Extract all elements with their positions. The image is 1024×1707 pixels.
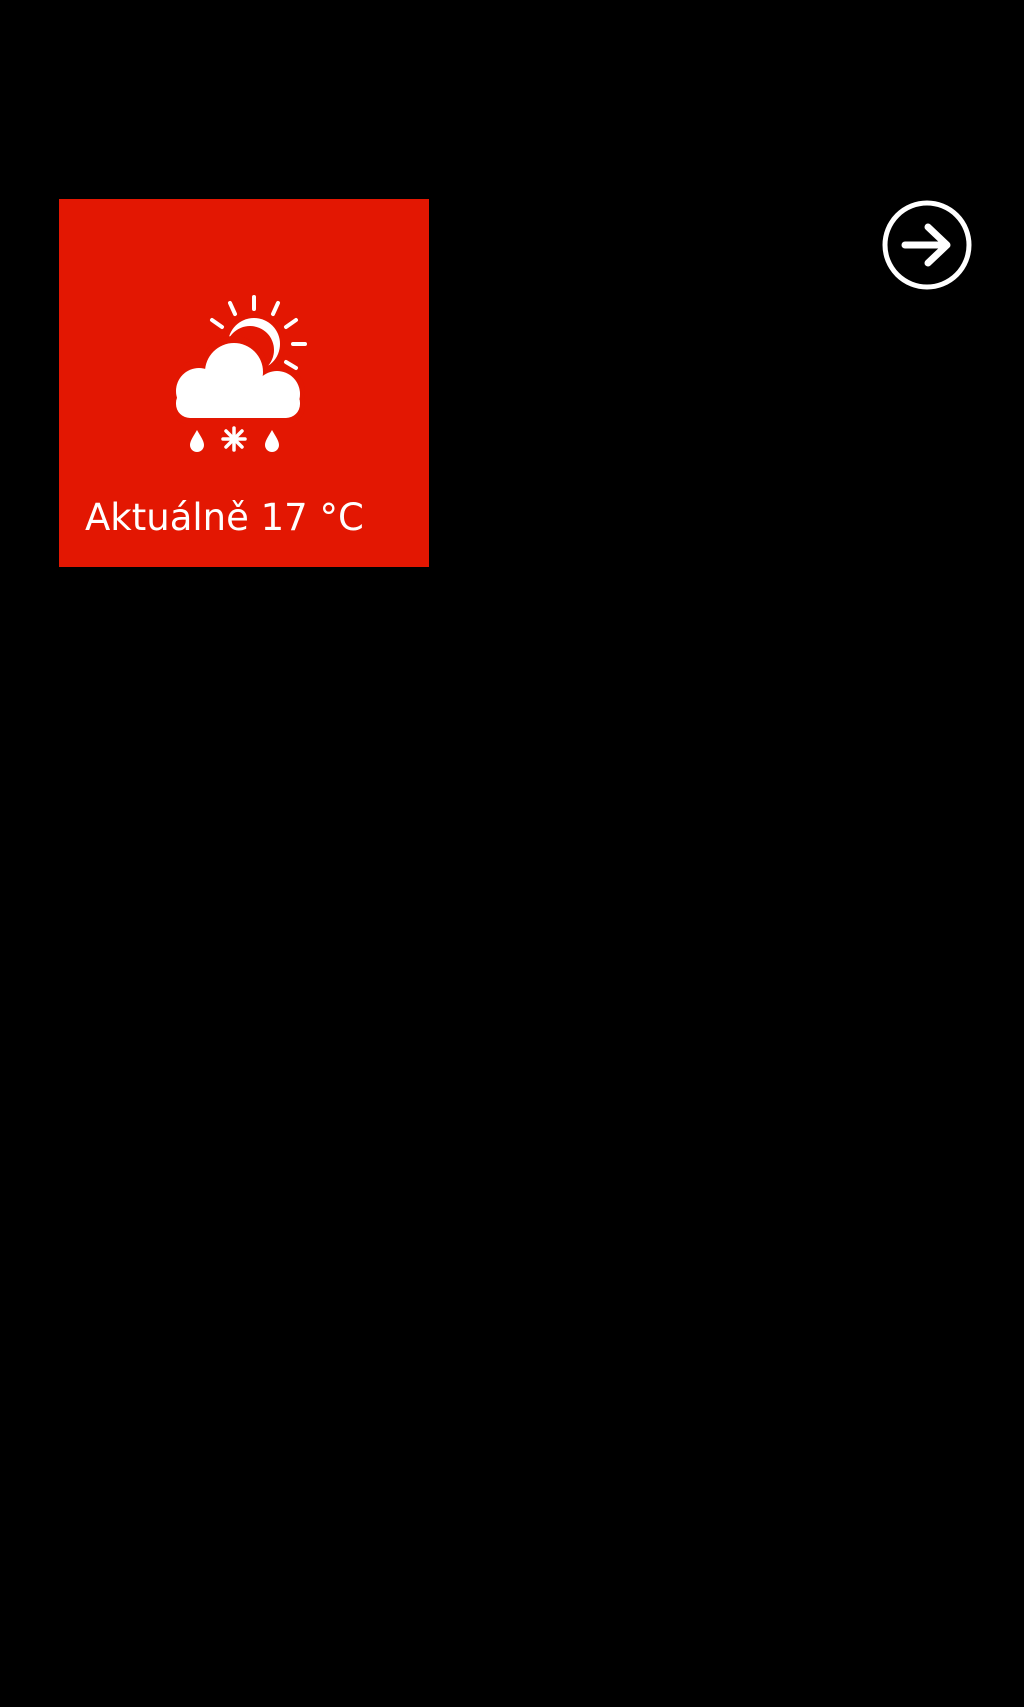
next-button[interactable] [880, 198, 974, 292]
arrow-right-circle-icon [882, 200, 972, 290]
partly-cloudy-sleet-icon [170, 295, 307, 452]
screen: Aktuálně 17 °C [0, 0, 1024, 1707]
weather-tile[interactable]: Aktuálně 17 °C [59, 199, 429, 567]
current-temperature-label: Aktuálně 17 °C [85, 496, 364, 539]
